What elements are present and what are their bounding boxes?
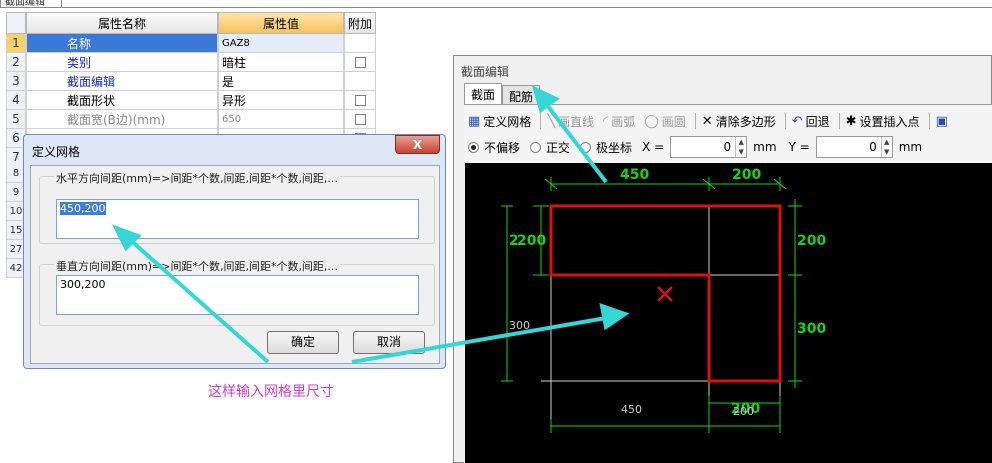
arrow-to-input [126, 236, 270, 364]
annotation-arrows [111, 85, 630, 364]
arrow-head [599, 302, 630, 331]
arrow-to-tab [541, 98, 608, 184]
annotation-text: 这样输入网格里尺寸 [208, 384, 334, 400]
arrow-group [111, 85, 630, 364]
arrow-head [531, 85, 560, 114]
screenshot-root: 截面编辑 属性名称 属性值 附加 1 名称 GAZ8 2 类别 暗柱 3 截面编… [0, 0, 992, 463]
arrow-to-canvas [351, 316, 607, 364]
